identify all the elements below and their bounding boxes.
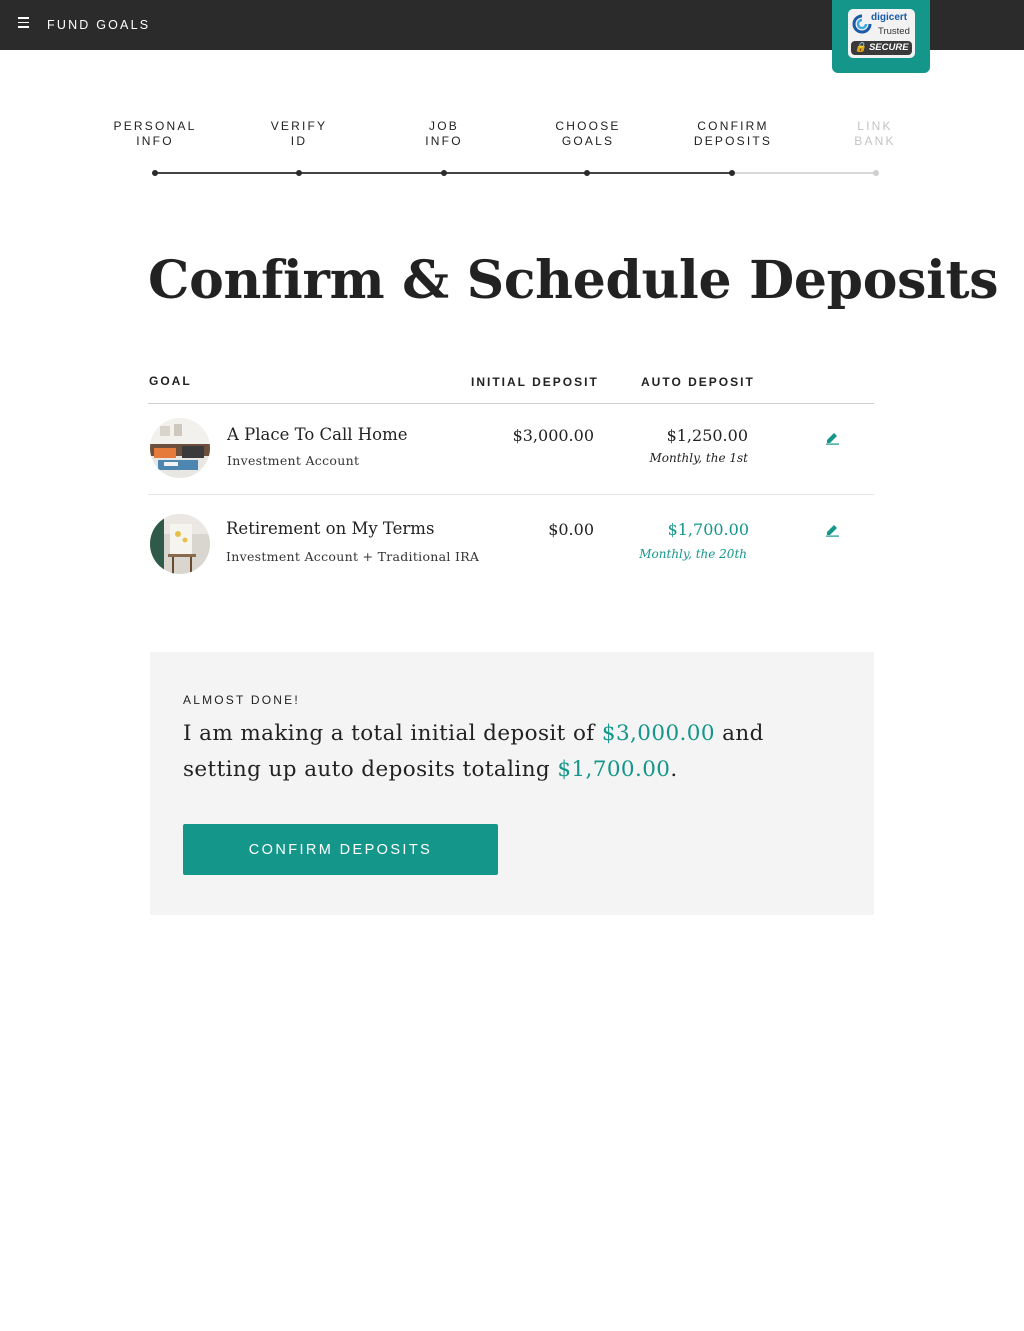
- hamburger-menu-icon[interactable]: [18, 17, 30, 31]
- digicert-seal: digicert Trusted 🔒 SECURE: [848, 9, 915, 58]
- goal-name: A Place To Call Home: [227, 425, 408, 444]
- table-header-divider: [148, 403, 874, 404]
- auto-deposit-amount: $1,250.00: [666, 426, 748, 445]
- summary-panel: ALMOST DONE! I am making a total initial…: [150, 652, 874, 915]
- summary-eyebrow: ALMOST DONE!: [183, 693, 300, 707]
- column-header-initial-deposit: INITIAL DEPOSIT: [471, 375, 599, 389]
- row-divider: [148, 494, 874, 495]
- step-dot: [296, 170, 302, 176]
- living-room-photo-icon: [150, 418, 210, 478]
- badge-secure-text: SECURE: [868, 42, 909, 53]
- app-title: FUND GOALS: [47, 18, 151, 32]
- goal-account-type: Investment Account + Traditional IRA: [226, 549, 480, 564]
- badge-secure-label: 🔒 SECURE: [851, 41, 912, 55]
- step-dot: [441, 170, 447, 176]
- initial-deposit-amount: $0.00: [548, 520, 594, 539]
- step-confirm-deposits: CONFIRM DEPOSITS: [693, 119, 773, 148]
- goal-account-type: Investment Account: [227, 453, 360, 468]
- step-dot: [729, 170, 735, 176]
- goal-retirement-image: [150, 514, 210, 574]
- step-dot: [873, 170, 879, 176]
- auto-deposit-frequency: Monthly, the 20th: [639, 547, 747, 561]
- step-dot: [152, 170, 158, 176]
- progress-track-remaining: [732, 172, 876, 174]
- step-dot: [584, 170, 590, 176]
- digicert-secure-badge[interactable]: digicert Trusted 🔒 SECURE: [832, 0, 930, 73]
- summary-text: I am making a total initial deposit of $…: [183, 716, 848, 788]
- summary-text-part: .: [670, 757, 678, 782]
- step-link-bank: LINK BANK: [854, 119, 896, 148]
- auto-deposit-amount: $1,700.00: [667, 520, 749, 539]
- initial-deposit-amount: $3,000.00: [512, 426, 594, 445]
- studio-easel-photo-icon: [150, 514, 210, 574]
- badge-brand-text: digicert: [871, 12, 908, 23]
- step-job-info: JOB INFO: [425, 119, 463, 148]
- top-bar: FUND GOALS digicert Trusted 🔒 SECURE: [0, 0, 1024, 73]
- pencil-edit-icon[interactable]: [824, 429, 840, 445]
- confirm-deposits-button[interactable]: CONFIRM DEPOSITS: [183, 824, 498, 875]
- pencil-edit-icon[interactable]: [824, 521, 840, 537]
- column-header-auto-deposit: AUTO DEPOSIT: [641, 375, 755, 389]
- goal-name: Retirement on My Terms: [226, 519, 435, 538]
- goal-home-image: [150, 418, 210, 478]
- total-initial-deposit: $3,000.00: [601, 721, 715, 746]
- step-choose-goals: CHOOSE GOALS: [555, 119, 621, 148]
- badge-trusted-text: Trusted: [878, 26, 910, 37]
- page-title: Confirm & Schedule Deposits: [148, 250, 999, 311]
- digicert-logo-icon: [852, 14, 872, 34]
- step-personal-info: PERSONAL INFO: [113, 119, 197, 148]
- total-auto-deposit: $1,700.00: [557, 757, 671, 782]
- step-verify-id: VERIFY ID: [270, 119, 328, 148]
- column-header-goal: GOAL: [149, 374, 192, 388]
- summary-text-part: I am making a total initial deposit of: [183, 721, 602, 746]
- auto-deposit-frequency: Monthly, the 1st: [649, 451, 748, 465]
